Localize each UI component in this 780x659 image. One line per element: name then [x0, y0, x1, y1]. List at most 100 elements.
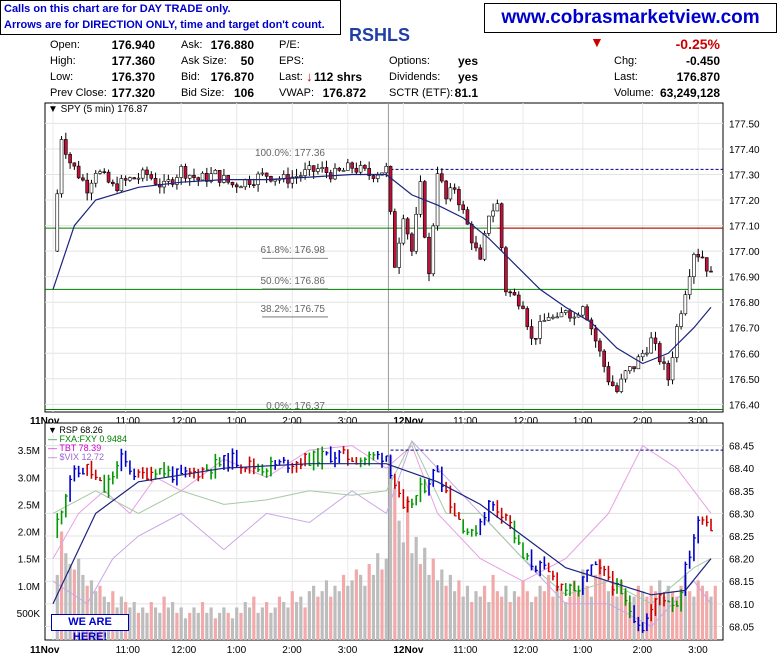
indicator-x-tick: 12Nov: [393, 645, 423, 656]
volume-bar: [371, 574, 376, 640]
candle-body: [200, 172, 205, 181]
low-value: 176.370: [111, 70, 155, 84]
low-label: Low:: [50, 71, 74, 83]
volume-bar: [474, 591, 478, 640]
volume-bar: [320, 591, 324, 640]
volume-bar: [453, 591, 457, 640]
volume-bar: [585, 585, 589, 640]
volume-bar: [525, 591, 529, 640]
candle-body: [525, 308, 530, 327]
down-arrow-icon: ↓: [306, 69, 313, 84]
indicator-y-tick: 68.15: [729, 577, 754, 588]
indicator-y-tick: 68.05: [729, 622, 754, 633]
volume-bar: [410, 553, 414, 640]
candle-body: [132, 177, 136, 180]
volume-bar: [290, 591, 294, 640]
volume-bar: [333, 585, 337, 640]
candle-body: [568, 310, 572, 319]
ask-value: 176.880: [210, 38, 254, 52]
volume-tick: 2.5M: [18, 500, 40, 511]
candle-body: [354, 167, 359, 173]
candle-body: [461, 204, 465, 211]
chg-value: -0.450: [685, 54, 720, 68]
vwap-label: VWAP:: [279, 87, 315, 99]
volume-bar: [359, 574, 363, 640]
candle-body: [670, 357, 675, 381]
volume-bar: [401, 542, 405, 640]
volume-bar: [294, 602, 299, 640]
volume-bar: [602, 580, 606, 640]
candle-body: [431, 225, 436, 275]
candle-body: [358, 165, 363, 173]
fib-label: 100.0%: 177.36: [255, 148, 325, 159]
indicator-x-tick: 1:00: [227, 645, 247, 656]
volume-bar: [183, 618, 188, 640]
candle-body: [346, 162, 350, 171]
vwap-value: 176.872: [322, 86, 366, 100]
indicator-y-tick: 68.20: [729, 555, 754, 566]
candle-body: [410, 233, 414, 252]
candle-body: [487, 215, 491, 234]
volume-bar: [141, 607, 145, 640]
candle-body: [610, 381, 615, 386]
volume-bar: [324, 580, 329, 640]
candle-body: [508, 291, 512, 294]
volume-bar: [209, 607, 213, 640]
chg-label: Chg:: [614, 55, 638, 67]
volume-bar: [265, 602, 269, 640]
last2-value: 176.870: [676, 70, 720, 84]
price-legend: ▼ SPY (5 min) 176.87: [48, 104, 148, 115]
candle-body: [311, 165, 316, 172]
volume-bar: [346, 585, 350, 640]
candle-body: [111, 181, 115, 185]
price-y-tick: 176.70: [729, 324, 760, 335]
candle-body: [260, 172, 265, 175]
volume-label: Volume:: [614, 87, 654, 99]
volume-bar: [517, 596, 521, 640]
volume-bar: [218, 612, 222, 640]
candle-body: [478, 247, 483, 260]
candle-body: [145, 169, 149, 175]
volume-bar: [145, 612, 149, 640]
volume-bar: [316, 596, 320, 640]
candle-body: [341, 170, 346, 172]
volume-bar: [504, 585, 508, 640]
volume-bar: [427, 574, 431, 640]
volume-bar: [397, 520, 401, 640]
high-label: High:: [50, 55, 76, 67]
candle-body: [529, 326, 534, 339]
candle-body: [452, 187, 457, 190]
volume-bar: [269, 612, 273, 640]
candle-body: [572, 316, 577, 319]
candle-body: [657, 343, 662, 363]
candle-body: [72, 162, 77, 167]
candle-body: [226, 175, 230, 183]
candle-body: [153, 178, 158, 185]
candle-body: [196, 177, 201, 181]
candle-body: [593, 328, 598, 342]
last2-label: Last:: [614, 71, 638, 83]
candle-body: [440, 173, 444, 182]
we-are-here-callout: WE ARE HERE!: [51, 614, 129, 643]
volume-bar: [226, 612, 230, 640]
price-y-tick: 176.40: [729, 400, 760, 411]
candle-body: [482, 233, 487, 260]
volume-bar: [696, 580, 700, 640]
volume-bar: [260, 607, 264, 640]
candle-body: [179, 166, 183, 178]
candle-body: [59, 139, 64, 195]
volume-tick: 1.0M: [18, 582, 40, 593]
volume-bar: [589, 596, 593, 640]
candle-body: [337, 167, 342, 171]
price-y-tick: 177.10: [729, 222, 760, 233]
candle-body: [264, 172, 269, 177]
candle-body: [623, 370, 628, 380]
volume-bar: [350, 580, 354, 640]
price-y-tick: 177.50: [729, 119, 760, 130]
candle-body: [294, 176, 299, 178]
candle-body: [414, 213, 418, 252]
candle-body: [98, 171, 102, 174]
fib-label: 38.2%: 176.75: [261, 304, 326, 315]
volume-bar: [568, 596, 572, 640]
volume-bar: [534, 596, 538, 640]
